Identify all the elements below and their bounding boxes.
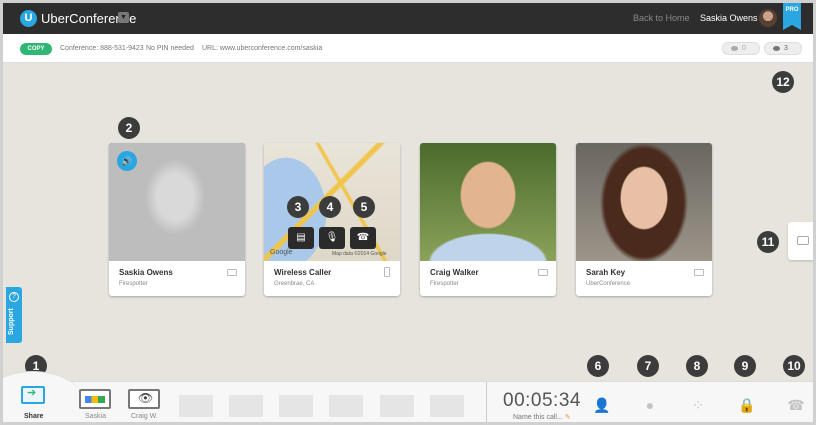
help-icon: ? xyxy=(9,292,19,302)
callout-5: 5 xyxy=(353,196,375,218)
eye-icon xyxy=(773,45,780,51)
support-tab[interactable]: ? Support xyxy=(6,287,22,343)
pill-count: 0 xyxy=(742,45,746,52)
callout-8: 8 xyxy=(686,355,708,377)
callout-7: 7 xyxy=(637,355,659,377)
participant-photo xyxy=(576,143,712,261)
avatar[interactable] xyxy=(759,9,777,27)
pro-badge: PRO xyxy=(783,3,801,30)
participant-name: Craig Walker xyxy=(430,268,479,277)
participant-org: Firespotter xyxy=(119,281,148,287)
thumbnail-label: Craig W. xyxy=(131,413,158,420)
conference-number: Conference: 888-531-9423 xyxy=(60,45,144,52)
add-participant-pill[interactable]: 0 xyxy=(722,42,760,55)
call-name-field[interactable]: Name this call... xyxy=(513,413,571,421)
viewers-pill[interactable]: 3 xyxy=(764,42,802,55)
share-screen-icon[interactable] xyxy=(21,386,45,404)
hangup-icon[interactable]: ☎ xyxy=(350,227,376,249)
call-timer: 00:05:34 xyxy=(503,390,581,411)
participant-name: Wireless Caller xyxy=(274,268,332,277)
app-window: U UberConference ▼ Back to Home Saskia O… xyxy=(0,0,816,425)
participant-card[interactable]: 🔊 Saskia Owens Firespotter xyxy=(109,143,245,296)
bottom-toolbar: Share Saskia Craig W. 00:05:34 Name this… xyxy=(3,371,813,422)
callout-10: 10 xyxy=(783,355,805,377)
participant-card[interactable]: Sarah Key UberConference xyxy=(576,143,712,296)
dialpad-icon[interactable]: ⁘ xyxy=(687,394,709,416)
participant-name: Saskia Owens xyxy=(119,268,173,277)
person-icon xyxy=(731,45,738,51)
empty-slot xyxy=(329,395,363,417)
contact-card-icon[interactable]: ▤ xyxy=(288,227,314,249)
logo-icon: U xyxy=(20,10,37,27)
conference-url: URL: www.uberconference.com/saskia xyxy=(202,45,323,52)
top-bar: U UberConference ▼ Back to Home Saskia O… xyxy=(3,3,813,34)
shared-screen-thumbnail[interactable] xyxy=(79,389,111,409)
participant-card[interactable]: ▤ 🎙 ☎ Google Map data ©2014 Google Wirel… xyxy=(264,143,400,296)
add-person-icon[interactable]: 👤 xyxy=(591,394,613,416)
computer-icon xyxy=(694,269,704,276)
participant-org: UberConference xyxy=(586,281,631,287)
map-brand: Google xyxy=(270,249,293,256)
empty-slot xyxy=(380,395,414,417)
share-label[interactable]: Share xyxy=(24,413,43,420)
empty-slot xyxy=(179,395,213,417)
empty-slot xyxy=(279,395,313,417)
thumbnail-label: Saskia xyxy=(85,413,107,420)
lock-icon[interactable]: 🔒 xyxy=(736,394,758,416)
participant-card[interactable]: Craig Walker Firespotter xyxy=(420,143,556,296)
back-to-home-link[interactable]: Back to Home xyxy=(633,13,690,23)
chevron-down-icon[interactable]: ▼ xyxy=(118,12,129,23)
user-name[interactable]: Saskia Owens xyxy=(700,13,758,23)
computer-icon xyxy=(538,269,548,276)
phone-icon xyxy=(384,267,390,277)
support-label: Support xyxy=(8,308,15,335)
computer-icon xyxy=(227,269,237,276)
participant-name: Sarah Key xyxy=(586,268,626,277)
conference-info-bar: COPY Conference: 888-531-9423 No PIN nee… xyxy=(3,34,813,63)
callout-11: 11 xyxy=(757,231,779,253)
shared-screen-thumbnail[interactable] xyxy=(128,389,160,409)
map-credit: Map data ©2014 Google xyxy=(332,251,387,257)
participant-location: Greenbrae, CA xyxy=(274,281,315,287)
empty-slot xyxy=(430,395,464,417)
speaker-icon: 🔊 xyxy=(117,151,137,171)
mute-mic-icon[interactable]: 🎙 xyxy=(319,227,345,249)
callout-6: 6 xyxy=(587,355,609,377)
hangup-icon[interactable]: ☎ xyxy=(785,394,807,416)
chat-icon xyxy=(797,236,809,245)
callout-4: 4 xyxy=(319,196,341,218)
pin-info: No PIN needed xyxy=(146,45,194,52)
callout-12: 12 xyxy=(772,71,794,93)
record-icon[interactable]: ● xyxy=(639,394,661,416)
pill-count: 3 xyxy=(784,45,788,52)
participant-org: Firespotter xyxy=(430,281,459,287)
empty-slot xyxy=(229,395,263,417)
chat-button[interactable] xyxy=(788,222,813,260)
divider xyxy=(486,382,487,422)
callout-3: 3 xyxy=(287,196,309,218)
participant-photo xyxy=(420,143,556,261)
callout-2: 2 xyxy=(118,117,140,139)
callout-9: 9 xyxy=(734,355,756,377)
copy-button[interactable]: COPY xyxy=(20,43,52,55)
